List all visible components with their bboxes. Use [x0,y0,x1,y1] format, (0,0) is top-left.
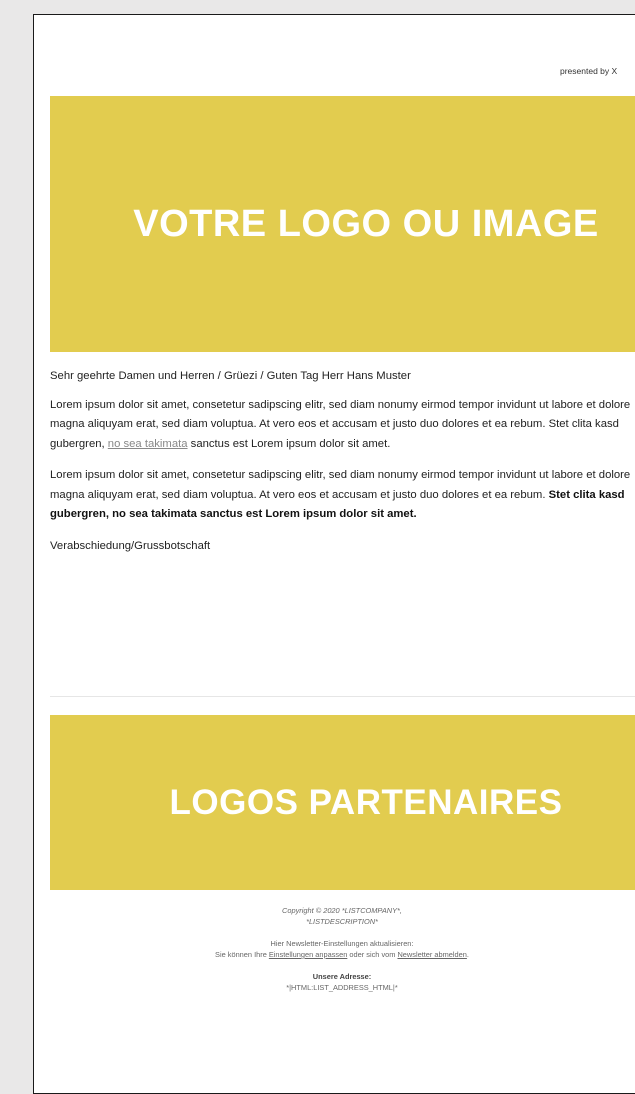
logo-banner-text: VOTRE LOGO OU IMAGE [133,202,599,245]
update-settings-text: Hier Newsletter-Einstellungen aktualisie… [270,939,414,948]
copyright-line-1: Copyright © 2020 *LISTCOMPANY*, [282,906,402,915]
paragraph-2: Lorem ipsum dolor sit amet, consetetur s… [50,466,635,525]
unsubscribe-link[interactable]: Newsletter abmelden [397,950,466,959]
address-label: Unsere Adresse: [312,972,372,981]
copyright-line-2: *LISTDESCRIPTION* [306,917,378,926]
update-preferences-link[interactable]: Einstellungen anpassen [269,950,347,959]
address-block: Unsere Adresse: *|HTML:LIST_ADDRESS_HTML… [50,971,634,993]
closing-text: Verabschiedung/Grussbotschaft [50,539,211,552]
paragraph-1: Lorem ipsum dolor sit amet, consetetur s… [50,396,635,455]
logo-image-banner: VOTRE LOGO OU IMAGE [50,96,635,352]
copyright-block: Copyright © 2020 *LISTCOMPANY*, *LISTDES… [50,905,634,927]
presented-by-label: presented by X [560,66,618,76]
partners-banner-text: LOGOS PARTENAIRES [169,782,563,822]
email-body: Sehr geehrte Damen und Herren / Grüezi /… [50,367,635,568]
paragraph-2-text: Lorem ipsum dolor sit amet, consetetur s… [50,469,631,501]
address-value: *|HTML:LIST_ADDRESS_HTML|* [286,983,398,992]
preferences-block: Hier Newsletter-Einstellungen aktualisie… [50,938,634,960]
settings-middle: oder sich vom [347,950,398,959]
settings-suffix: . [466,950,469,959]
settings-prefix: Sie können Ihre [215,950,269,959]
preheader-text [144,19,584,25]
divider [50,696,635,697]
paragraph-1-end: sanctus est Lorem ipsum dolor sit amet. [187,437,391,450]
partner-logos-banner: LOGOS PARTENAIRES [50,715,635,890]
email-footer: Copyright © 2020 *LISTCOMPANY*, *LISTDES… [50,905,634,1004]
email-container: presented by X VOTRE LOGO OU IMAGE Sehr … [33,14,635,1094]
greeting: Sehr geehrte Damen und Herren / Grüezi /… [50,370,411,382]
takimata-link[interactable]: no sea takimata [108,438,188,450]
